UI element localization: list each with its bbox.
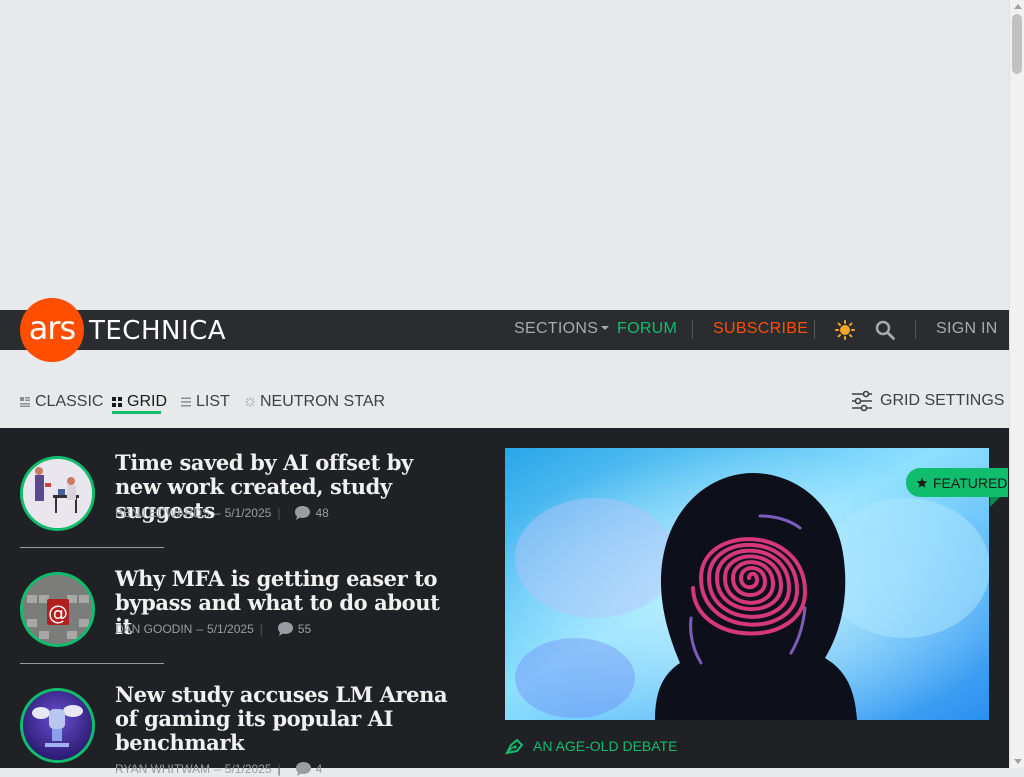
sections-menu[interactable]: SECTIONS bbox=[514, 320, 610, 338]
layout-neutron-star-label: NEUTRON STAR bbox=[260, 393, 386, 410]
story-thumbnail[interactable] bbox=[20, 456, 95, 531]
neutron-star-icon bbox=[245, 397, 255, 407]
layout-list-option[interactable]: LIST bbox=[181, 393, 230, 411]
story-meta: DAN GOODIN – 5/1/2025 | 55 bbox=[115, 621, 311, 637]
featured-badge: FEATURED bbox=[906, 468, 1008, 497]
story-date: 5/1/2025 bbox=[224, 506, 272, 520]
logo-technica-text[interactable]: TECHNICA bbox=[89, 316, 226, 346]
story-meta: BENJ EDWARDS – 5/1/2025 | 48 bbox=[115, 505, 329, 521]
settings-sliders-icon bbox=[852, 390, 872, 412]
nav-divider bbox=[692, 320, 693, 339]
meta-divider: | bbox=[277, 762, 281, 776]
grid-settings-button[interactable]: GRID SETTINGS bbox=[851, 390, 1004, 412]
story-author[interactable]: RYAN WHITWAM bbox=[115, 762, 210, 776]
scrollbar-thumb[interactable] bbox=[1012, 14, 1022, 74]
meta-dash: – bbox=[196, 622, 204, 636]
grid-layout-icon bbox=[112, 397, 122, 407]
page-scrollbar[interactable] bbox=[1009, 0, 1024, 768]
story-divider bbox=[20, 663, 164, 664]
meta-dash: – bbox=[213, 506, 221, 520]
featured-badge-fold bbox=[990, 497, 1000, 507]
classic-layout-icon bbox=[20, 397, 30, 407]
story-meta: RYAN WHITWAM – 5/1/2025 | 4 bbox=[115, 761, 322, 777]
comment-bubble-icon[interactable] bbox=[294, 505, 311, 521]
story-headline[interactable]: New study accuses LM Arena of gaming its… bbox=[115, 683, 455, 755]
layout-neutron-star-option[interactable]: NEUTRON STAR bbox=[245, 393, 385, 411]
story-author[interactable]: DAN GOODIN bbox=[115, 622, 192, 636]
layout-list-label: LIST bbox=[196, 393, 230, 410]
nav-divider bbox=[915, 320, 916, 339]
list-layout-icon bbox=[181, 397, 191, 407]
sign-in-link[interactable]: SIGN IN bbox=[936, 320, 998, 338]
story-author[interactable]: BENJ EDWARDS bbox=[115, 506, 210, 520]
story-divider bbox=[20, 547, 164, 548]
security-keyboard-illustration-icon: @ bbox=[23, 575, 92, 644]
comment-count[interactable]: 48 bbox=[315, 506, 328, 520]
search-icon[interactable] bbox=[875, 320, 895, 340]
selected-layout-indicator bbox=[112, 411, 161, 414]
layout-selector-bar bbox=[0, 350, 1009, 428]
comment-count[interactable]: 4 bbox=[316, 762, 323, 776]
comment-bubble-icon[interactable] bbox=[295, 761, 312, 777]
svg-text:@: @ bbox=[48, 601, 68, 625]
comment-bubble-icon[interactable] bbox=[277, 621, 294, 637]
scroll-down-arrow-icon[interactable] bbox=[1014, 759, 1022, 764]
nav-divider bbox=[814, 320, 815, 339]
story-date: 5/1/2025 bbox=[224, 762, 272, 776]
grid-settings-label: GRID SETTINGS bbox=[880, 392, 1005, 409]
meta-divider: | bbox=[259, 622, 263, 636]
comment-count[interactable]: 55 bbox=[298, 622, 311, 636]
forum-link[interactable]: FORUM bbox=[617, 320, 677, 338]
caret-down-icon bbox=[601, 325, 610, 330]
layout-grid-option[interactable]: GRID bbox=[112, 393, 167, 411]
featured-label: FEATURED bbox=[933, 474, 1008, 491]
ai-chat-illustration-icon bbox=[23, 691, 92, 760]
subscribe-link[interactable]: SUBSCRIBE bbox=[713, 320, 808, 338]
layout-grid-label: GRID bbox=[127, 393, 167, 410]
ad-placeholder bbox=[0, 0, 1009, 310]
pen-nib-icon bbox=[505, 738, 524, 755]
scroll-up-arrow-icon[interactable] bbox=[1014, 4, 1022, 9]
story-date: 5/1/2025 bbox=[207, 622, 254, 636]
meta-divider: | bbox=[277, 506, 281, 520]
star-icon bbox=[916, 477, 928, 488]
story-thumbnail[interactable]: @ bbox=[20, 572, 95, 647]
meta-dash: – bbox=[214, 762, 221, 776]
story-thumbnail[interactable] bbox=[20, 688, 95, 763]
featured-kicker: AN AGE-OLD DEBATE bbox=[505, 737, 677, 755]
theme-toggle-sun-icon[interactable] bbox=[835, 320, 855, 340]
layout-classic-label: CLASSIC bbox=[35, 393, 104, 410]
office-workers-illustration-icon bbox=[23, 459, 92, 528]
sections-label: SECTIONS bbox=[514, 320, 599, 337]
layout-classic-option[interactable]: CLASSIC bbox=[20, 393, 103, 411]
logo-ars-text[interactable]: ars bbox=[24, 309, 80, 347]
featured-kicker-label[interactable]: AN AGE-OLD DEBATE bbox=[533, 738, 677, 754]
